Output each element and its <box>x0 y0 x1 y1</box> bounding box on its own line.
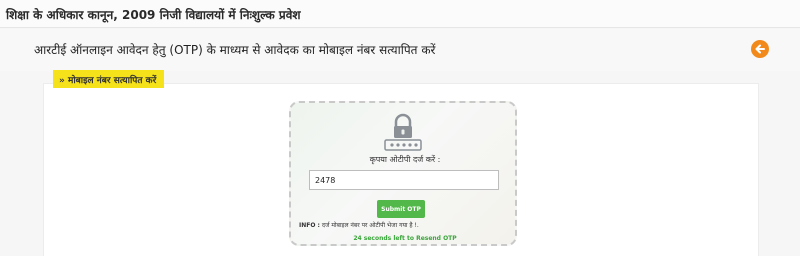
password-lock-icon <box>383 111 423 151</box>
resend-timer: 24 seconds left to Resend OTP <box>353 235 457 242</box>
otp-prompt-label: कृपया ओटीपी दर्ज करें : <box>369 155 441 164</box>
back-button[interactable] <box>751 40 769 58</box>
section-tag: » मोबाइल नंबर सत्यापित करें <box>53 70 165 88</box>
info-text: दर्ज मोबाइल नंबर पर ओटीपी भेजा गया है !. <box>321 222 419 229</box>
page-title: आरटीई ऑनलाइन आवेदन हेतु (OTP) के माध्यम … <box>34 43 436 57</box>
info-message: INFO : दर्ज मोबाइल नंबर पर ओटीपी भेजा गय… <box>299 221 511 229</box>
site-title: शिक्षा के अधिकार कानून, 2009 निजी विद्या… <box>6 8 301 22</box>
top-bar: शिक्षा के अधिकार कानून, 2009 निजी विद्या… <box>0 0 800 28</box>
otp-card: कृपया ओटीपी दर्ज करें : Submit OTP INFO … <box>289 101 517 246</box>
arrow-left-icon <box>755 44 765 54</box>
info-prefix: INFO : <box>299 222 320 229</box>
page-header: आरटीई ऑनलाइन आवेदन हेतु (OTP) के माध्यम … <box>0 29 800 71</box>
submit-otp-button[interactable]: Submit OTP <box>377 200 425 218</box>
otp-input[interactable] <box>309 170 499 190</box>
